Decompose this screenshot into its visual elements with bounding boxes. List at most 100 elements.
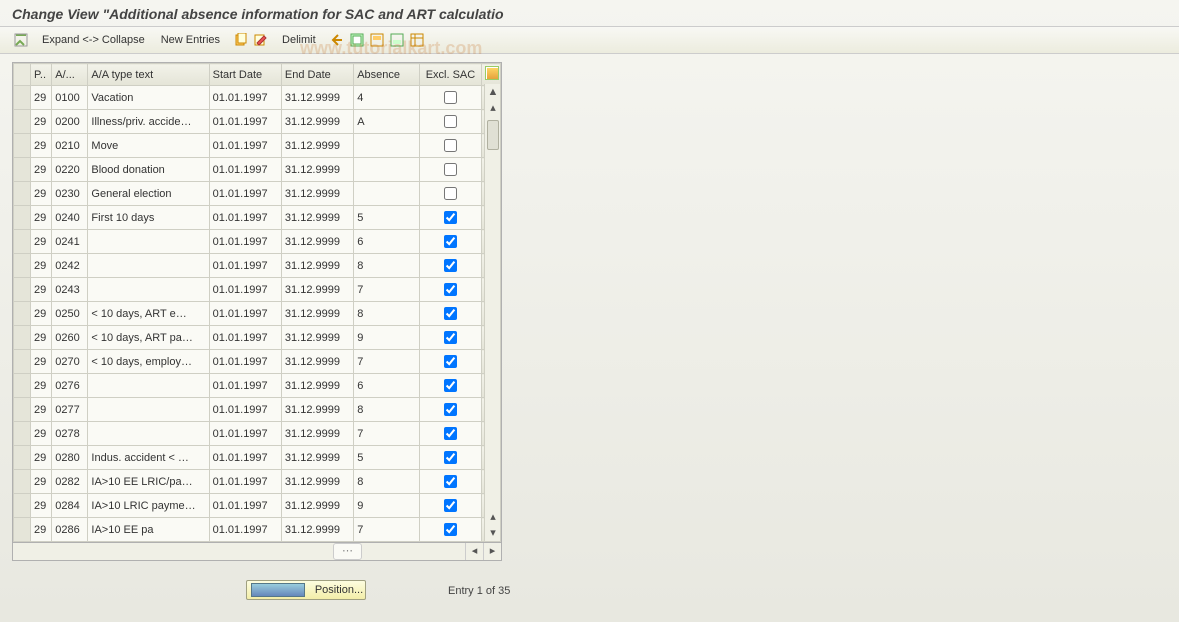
configure-columns-icon[interactable]	[481, 64, 500, 86]
table-row[interactable]: 290200Illness/priv. accide…01.01.199731.…	[14, 110, 501, 134]
cell-p[interactable]: 29	[31, 134, 52, 158]
cell-start-date[interactable]: 01.01.1997	[209, 254, 281, 278]
cell-start-date[interactable]: 01.01.1997	[209, 446, 281, 470]
cell-end-date[interactable]: 31.12.9999	[281, 518, 353, 542]
cell-end-date[interactable]: 31.12.9999	[281, 398, 353, 422]
cell-start-date[interactable]: 01.01.1997	[209, 158, 281, 182]
delimit-button[interactable]: Delimit	[278, 32, 320, 48]
row-selector[interactable]	[14, 86, 31, 110]
expand-collapse-button[interactable]: Expand <-> Collapse	[38, 32, 149, 48]
col-excl-sac[interactable]: Excl. SAC	[420, 64, 482, 86]
new-entries-button[interactable]: New Entries	[157, 32, 224, 48]
cell-start-date[interactable]: 01.01.1997	[209, 230, 281, 254]
excl-sac-checkbox[interactable]	[444, 163, 457, 176]
col-p[interactable]: P..	[31, 64, 52, 86]
select-all-icon[interactable]	[348, 31, 366, 49]
col-end[interactable]: End Date	[281, 64, 353, 86]
excl-sac-checkbox[interactable]	[444, 523, 457, 536]
cell-a[interactable]: 0286	[52, 518, 88, 542]
table-row[interactable]: 290270< 10 days, employ…01.01.199731.12.…	[14, 350, 501, 374]
cell-absence[interactable]: 8	[354, 302, 420, 326]
cell-p[interactable]: 29	[31, 518, 52, 542]
cell-absence[interactable]: 7	[354, 422, 420, 446]
cell-absence[interactable]: 8	[354, 254, 420, 278]
scroll-down-icon[interactable]: ▾	[485, 525, 501, 541]
cell-absence[interactable]: 5	[354, 446, 420, 470]
cell-type-text[interactable]: Blood donation	[88, 158, 209, 182]
cell-a[interactable]: 0240	[52, 206, 88, 230]
table-row[interactable]: 290240First 10 days01.01.199731.12.99995	[14, 206, 501, 230]
cell-absence[interactable]: 6	[354, 230, 420, 254]
cell-absence[interactable]	[354, 182, 420, 206]
cell-end-date[interactable]: 31.12.9999	[281, 230, 353, 254]
excl-sac-checkbox[interactable]	[444, 427, 457, 440]
cell-excl-sac[interactable]	[420, 134, 482, 158]
cell-end-date[interactable]: 31.12.9999	[281, 326, 353, 350]
cell-p[interactable]: 29	[31, 446, 52, 470]
col-select[interactable]	[14, 64, 31, 86]
cell-end-date[interactable]: 31.12.9999	[281, 470, 353, 494]
cell-absence[interactable]: 7	[354, 518, 420, 542]
cell-type-text[interactable]: Illness/priv. accide…	[88, 110, 209, 134]
excl-sac-checkbox[interactable]	[444, 355, 457, 368]
copy-icon[interactable]	[232, 31, 250, 49]
col-type-text[interactable]: A/A type text	[88, 64, 209, 86]
cell-p[interactable]: 29	[31, 182, 52, 206]
cell-type-text[interactable]: < 10 days, ART e…	[88, 302, 209, 326]
cell-excl-sac[interactable]	[420, 422, 482, 446]
cell-p[interactable]: 29	[31, 230, 52, 254]
excl-sac-checkbox[interactable]	[444, 331, 457, 344]
cell-end-date[interactable]: 31.12.9999	[281, 278, 353, 302]
cell-end-date[interactable]: 31.12.9999	[281, 110, 353, 134]
excl-sac-checkbox[interactable]	[444, 475, 457, 488]
cell-type-text[interactable]: Vacation	[88, 86, 209, 110]
cell-p[interactable]: 29	[31, 302, 52, 326]
excl-sac-checkbox[interactable]	[444, 235, 457, 248]
cell-end-date[interactable]: 31.12.9999	[281, 302, 353, 326]
cell-end-date[interactable]: 31.12.9999	[281, 182, 353, 206]
cell-a[interactable]: 0284	[52, 494, 88, 518]
cell-type-text[interactable]: < 10 days, employ…	[88, 350, 209, 374]
cell-p[interactable]: 29	[31, 110, 52, 134]
cell-excl-sac[interactable]	[420, 230, 482, 254]
table-row[interactable]: 290280Indus. accident < …01.01.199731.12…	[14, 446, 501, 470]
cell-excl-sac[interactable]	[420, 398, 482, 422]
cell-start-date[interactable]: 01.01.1997	[209, 110, 281, 134]
horizontal-scrollbar[interactable]: ⋯ ◂ ▸	[13, 542, 501, 560]
table-row[interactable]: 29024101.01.199731.12.99996	[14, 230, 501, 254]
cell-p[interactable]: 29	[31, 374, 52, 398]
cell-p[interactable]: 29	[31, 86, 52, 110]
col-a[interactable]: A/...	[52, 64, 88, 86]
cell-type-text[interactable]	[88, 278, 209, 302]
row-selector[interactable]	[14, 206, 31, 230]
cell-end-date[interactable]: 31.12.9999	[281, 446, 353, 470]
cell-excl-sac[interactable]	[420, 518, 482, 542]
cell-a[interactable]: 0200	[52, 110, 88, 134]
cell-absence[interactable]	[354, 134, 420, 158]
cell-p[interactable]: 29	[31, 278, 52, 302]
cell-excl-sac[interactable]	[420, 254, 482, 278]
cell-end-date[interactable]: 31.12.9999	[281, 374, 353, 398]
cell-a[interactable]: 0270	[52, 350, 88, 374]
cell-excl-sac[interactable]	[420, 110, 482, 134]
cell-p[interactable]: 29	[31, 350, 52, 374]
vertical-scrollbar[interactable]: ▲ ▴ ▴ ▾	[484, 84, 500, 541]
cell-p[interactable]: 29	[31, 494, 52, 518]
cell-type-text[interactable]	[88, 422, 209, 446]
scroll-thumb[interactable]	[487, 120, 499, 150]
cell-end-date[interactable]: 31.12.9999	[281, 422, 353, 446]
cell-a[interactable]: 0230	[52, 182, 88, 206]
cell-type-text[interactable]: First 10 days	[88, 206, 209, 230]
cell-a[interactable]: 0276	[52, 374, 88, 398]
cell-excl-sac[interactable]	[420, 494, 482, 518]
row-selector[interactable]	[14, 158, 31, 182]
cell-excl-sac[interactable]	[420, 206, 482, 230]
cell-type-text[interactable]: IA>10 EE LRIC/pa…	[88, 470, 209, 494]
cell-p[interactable]: 29	[31, 206, 52, 230]
row-selector[interactable]	[14, 470, 31, 494]
table-row[interactable]: 290220Blood donation01.01.199731.12.9999	[14, 158, 501, 182]
table-row[interactable]: 290250< 10 days, ART e…01.01.199731.12.9…	[14, 302, 501, 326]
cell-start-date[interactable]: 01.01.1997	[209, 518, 281, 542]
cell-excl-sac[interactable]	[420, 278, 482, 302]
scroll-page-down-icon[interactable]: ▴	[485, 509, 501, 525]
